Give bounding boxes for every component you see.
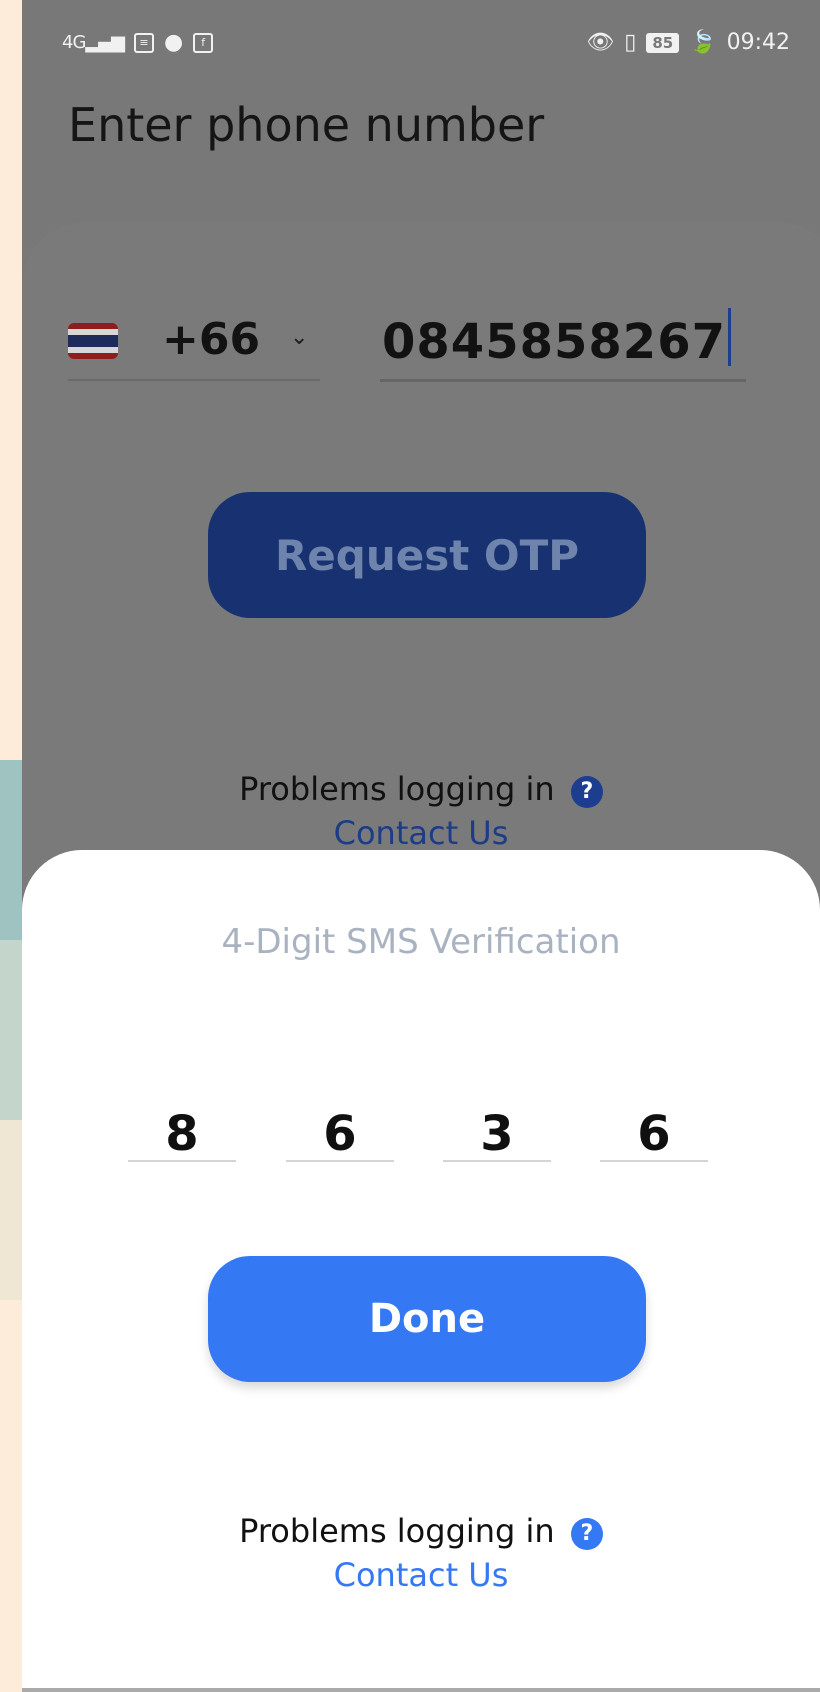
status-bar: 4G▂▄▆ ≡ ● f 👁 ▯ 85 🍃 09:42 xyxy=(22,26,820,62)
signal-icon: 4G▂▄▆ xyxy=(62,32,125,53)
problems-label: Problems logging in xyxy=(239,770,555,808)
sheet-help-icon[interactable]: ? xyxy=(570,1518,603,1550)
sheet-contact-us-link[interactable]: Contact Us xyxy=(22,1556,820,1594)
request-otp-button[interactable]: Request OTP xyxy=(208,492,646,618)
otp-digit-2-underline xyxy=(286,1160,394,1162)
decorative-stripe-cream xyxy=(0,1120,22,1300)
phone-number-value: 0845858267 xyxy=(382,314,726,370)
country-code-selector[interactable]: +66 xyxy=(162,314,260,365)
facebook-icon: f xyxy=(193,32,214,53)
otp-digit-1[interactable]: 8 xyxy=(128,1106,236,1162)
chevron-down-icon[interactable]: ⌄ xyxy=(290,325,308,350)
done-button[interactable]: Done xyxy=(208,1256,646,1382)
decorative-stripe-sage xyxy=(0,940,22,1120)
otp-digit-4[interactable]: 6 xyxy=(600,1106,708,1162)
vibrate-icon: ▯ xyxy=(624,30,637,55)
battery-icon: 85 xyxy=(646,32,680,53)
country-code-underline xyxy=(68,379,320,381)
otp-sheet-title: 4-Digit SMS Verification xyxy=(221,922,621,962)
help-icon[interactable]: ? xyxy=(570,776,603,808)
bottom-border-line xyxy=(22,1688,820,1692)
otp-digit-1-underline xyxy=(128,1160,236,1162)
otp-digit-3-underline xyxy=(443,1160,551,1162)
phone-number-input[interactable]: 0845858267 xyxy=(382,308,731,370)
otp-digit-3[interactable]: 3 xyxy=(443,1106,551,1162)
phone-input-underline xyxy=(380,379,746,382)
eye-icon: 👁 xyxy=(586,30,615,55)
line-icon: ● xyxy=(163,30,184,55)
leaf-icon: 🍃 xyxy=(689,30,717,55)
sheet-problems-label: Problems logging in xyxy=(239,1512,555,1550)
problems-logging-in-text: Problems logging in ? xyxy=(22,770,820,808)
page-title: Enter phone number xyxy=(68,98,545,152)
phone-screen: 4G▂▄▆ ≡ ● f 👁 ▯ 85 🍃 09:42 Enter phone n… xyxy=(22,0,820,1688)
text-caret xyxy=(727,308,731,366)
status-right-icons: 👁 ▯ 85 🍃 09:42 xyxy=(586,30,790,55)
news-icon: ≡ xyxy=(133,32,154,53)
status-time: 09:42 xyxy=(726,30,790,55)
contact-us-link[interactable]: Contact Us xyxy=(22,814,820,852)
status-left-icons: 4G▂▄▆ ≡ ● f xyxy=(62,30,214,55)
thailand-flag-icon[interactable] xyxy=(68,323,118,359)
otp-digit-2[interactable]: 6 xyxy=(286,1106,394,1162)
decorative-stripe-teal xyxy=(0,760,22,940)
sheet-problems-logging-in-text: Problems logging in ? xyxy=(22,1512,820,1550)
otp-digit-4-underline xyxy=(600,1160,708,1162)
